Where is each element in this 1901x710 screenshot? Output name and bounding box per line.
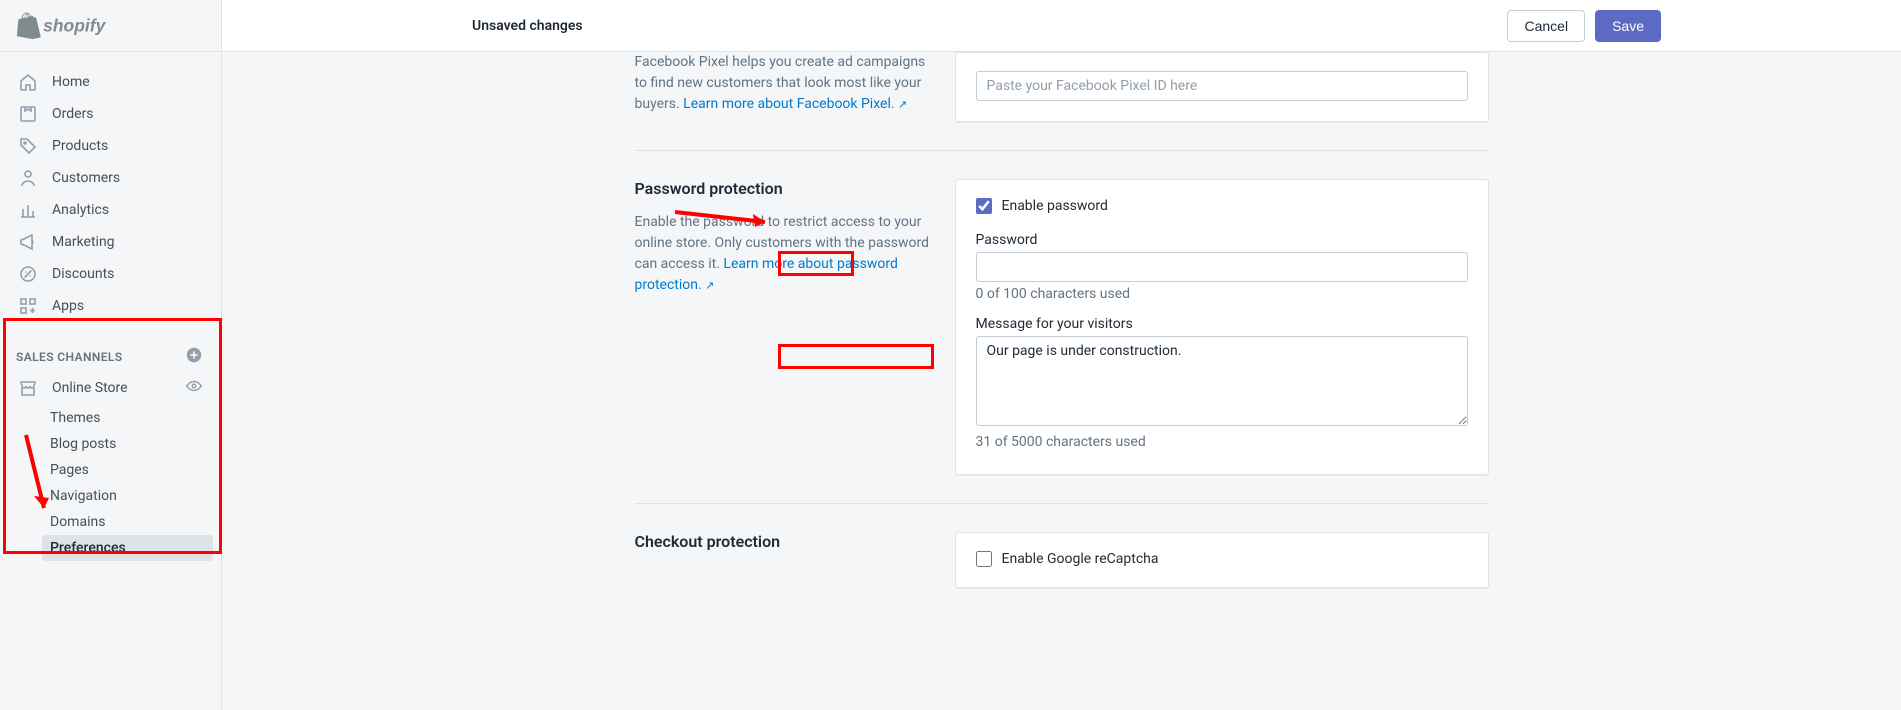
- enable-recaptcha-checkbox[interactable]: [976, 551, 992, 567]
- password-protection-title: Password protection: [635, 179, 935, 198]
- section-facebook-pixel: Facebook Pixel helps you create ad campa…: [635, 52, 1489, 150]
- nav-discounts[interactable]: Discounts: [0, 258, 221, 290]
- home-icon: [18, 72, 38, 92]
- enable-password-checkbox[interactable]: [976, 198, 992, 214]
- sub-themes[interactable]: Themes: [0, 405, 221, 431]
- shopify-logo: shopify: [0, 0, 222, 51]
- nav-marketing-label: Marketing: [52, 234, 115, 250]
- nav-products-label: Products: [52, 138, 108, 154]
- password-char-count: 0 of 100 characters used: [976, 286, 1468, 302]
- nav-online-store-label: Online Store: [52, 380, 128, 396]
- checkout-protection-title: Checkout protection: [635, 532, 935, 551]
- message-char-count: 31 of 5000 characters used: [976, 434, 1468, 450]
- nav-orders[interactable]: Orders: [0, 98, 221, 130]
- fb-pixel-learn-more-link[interactable]: Learn more about Facebook Pixel. ↗: [683, 96, 907, 112]
- password-card: Enable password Password 0 of 100 charac…: [955, 179, 1489, 475]
- fb-pixel-card: [955, 52, 1489, 122]
- cancel-button[interactable]: Cancel: [1507, 10, 1585, 42]
- nav-products[interactable]: Products: [0, 130, 221, 162]
- fb-pixel-id-input[interactable]: [976, 71, 1468, 101]
- checkout-card: Enable Google reCaptcha: [955, 532, 1489, 588]
- sales-channels-label: SALES CHANNELS: [16, 350, 123, 364]
- apps-icon: [18, 296, 38, 316]
- nav-analytics[interactable]: Analytics: [0, 194, 221, 226]
- password-field-label: Password: [976, 232, 1468, 248]
- sub-preferences[interactable]: Preferences: [42, 535, 213, 561]
- nav-home-label: Home: [52, 74, 90, 90]
- nav-analytics-label: Analytics: [52, 202, 109, 218]
- fb-pixel-description: Facebook Pixel helps you create ad campa…: [635, 52, 935, 115]
- nav-orders-label: Orders: [52, 106, 94, 122]
- enable-password-row: Enable password: [976, 198, 1468, 214]
- sidebar: Home Orders Products Customers Analytics…: [0, 52, 222, 710]
- store-icon: [18, 378, 38, 398]
- external-link-icon: ↗: [705, 279, 714, 292]
- nav-apps-label: Apps: [52, 298, 84, 314]
- sub-domains[interactable]: Domains: [0, 509, 221, 535]
- main-content: Facebook Pixel helps you create ad campa…: [222, 0, 1901, 710]
- nav-customers[interactable]: Customers: [0, 162, 221, 194]
- orders-icon: [18, 104, 38, 124]
- nav-apps[interactable]: Apps: [0, 290, 221, 322]
- section-password-protection: Password protection Enable the password …: [635, 150, 1489, 503]
- enable-password-label: Enable password: [1002, 198, 1108, 214]
- nav-online-store[interactable]: Online Store: [0, 371, 221, 405]
- nav-customers-label: Customers: [52, 170, 120, 186]
- sub-navigation[interactable]: Navigation: [0, 483, 221, 509]
- nav-discounts-label: Discounts: [52, 266, 114, 282]
- discount-icon: [18, 264, 38, 284]
- megaphone-icon: [18, 232, 38, 252]
- unsaved-changes-label: Unsaved changes: [222, 18, 1507, 34]
- sub-pages[interactable]: Pages: [0, 457, 221, 483]
- nav-home[interactable]: Home: [0, 66, 221, 98]
- chart-icon: [18, 200, 38, 220]
- visitor-message-textarea[interactable]: [976, 336, 1468, 426]
- section-checkout-protection: Checkout protection Enable Google reCapt…: [635, 503, 1489, 616]
- password-protection-description: Enable the password to restrict access t…: [635, 212, 935, 296]
- tag-icon: [18, 136, 38, 156]
- nav-marketing[interactable]: Marketing: [0, 226, 221, 258]
- view-store-icon[interactable]: [185, 377, 203, 399]
- person-icon: [18, 168, 38, 188]
- add-channel-icon[interactable]: [185, 346, 203, 367]
- external-link-icon: ↗: [898, 98, 907, 111]
- topbar-actions: Cancel Save: [1507, 10, 1901, 42]
- top-bar: shopify Unsaved changes Cancel Save: [0, 0, 1901, 52]
- password-input[interactable]: [976, 252, 1468, 282]
- sub-blog-posts[interactable]: Blog posts: [0, 431, 221, 457]
- save-button[interactable]: Save: [1595, 10, 1661, 42]
- enable-recaptcha-label: Enable Google reCaptcha: [1002, 551, 1159, 567]
- message-field-label: Message for your visitors: [976, 316, 1468, 332]
- svg-text:shopify: shopify: [43, 15, 106, 35]
- sales-channels-header: SALES CHANNELS: [0, 336, 221, 371]
